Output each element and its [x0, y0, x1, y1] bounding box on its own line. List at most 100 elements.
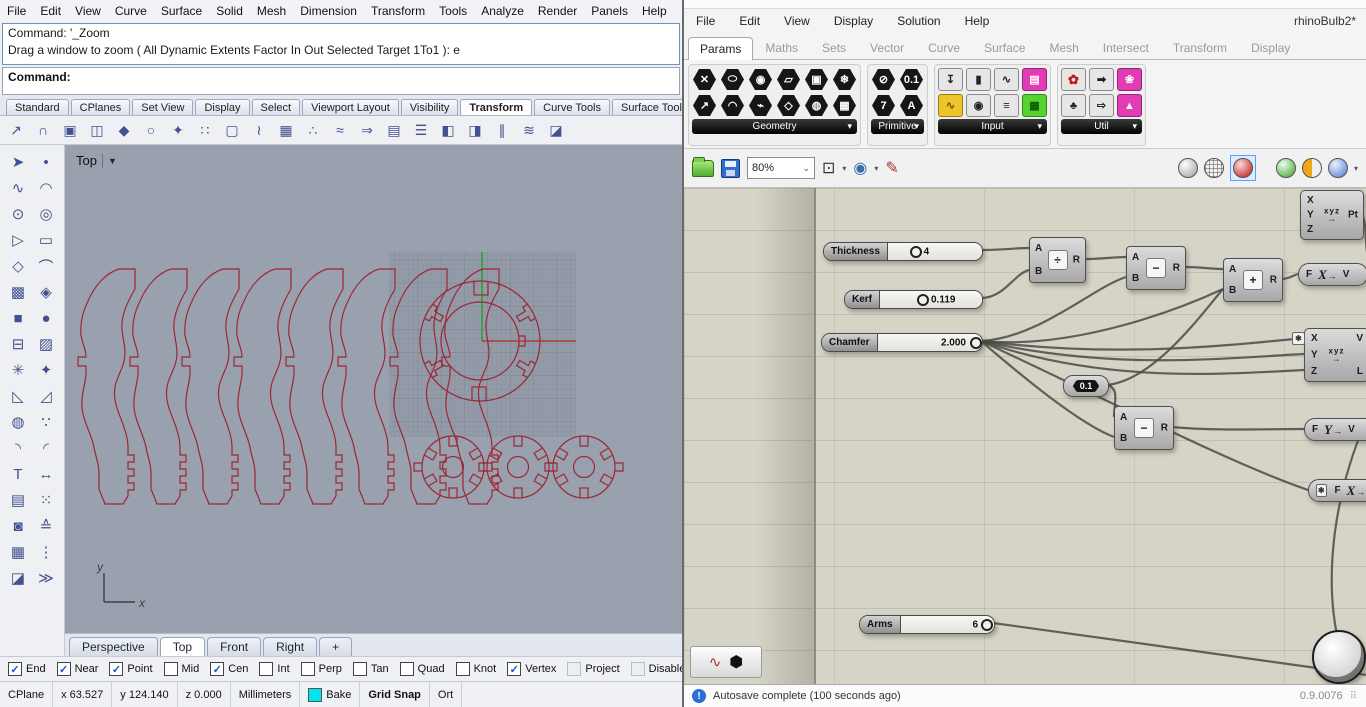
viewport-tab[interactable]: Top: [160, 637, 205, 656]
slider-knob[interactable]: [970, 337, 982, 349]
preview-wireframe-icon[interactable]: [1204, 158, 1224, 178]
menu-item[interactable]: Surface: [154, 4, 209, 18]
menu-item[interactable]: Transform: [364, 4, 432, 18]
menu-item[interactable]: Dimension: [293, 4, 364, 18]
sphere-icon[interactable]: ●: [32, 305, 60, 331]
vector-param-icon[interactable]: ↗: [692, 94, 717, 117]
chevron-down-icon[interactable]: ▾: [914, 121, 919, 132]
canvas-gumball-widget[interactable]: [1312, 630, 1366, 684]
input-a[interactable]: A: [1035, 243, 1042, 254]
curve-param-icon[interactable]: ◠: [720, 94, 745, 117]
category-tab[interactable]: Display: [1239, 36, 1302, 59]
more-icon[interactable]: ≫: [32, 565, 60, 591]
input-z[interactable]: Z: [1311, 366, 1317, 377]
unit-y-component[interactable]: F Y V: [1304, 418, 1366, 441]
surface-corner-icon[interactable]: ◈: [32, 279, 60, 305]
palette-group-label[interactable]: Primitive▾: [871, 119, 924, 134]
document-preview-icon[interactable]: [1302, 158, 1322, 178]
vector-xyz-component[interactable]: ✱ X Y Z xyz V L: [1304, 328, 1366, 382]
construct-point-component[interactable]: X Y Z xyz Pt: [1300, 190, 1364, 240]
menu-item[interactable]: File: [0, 4, 33, 18]
mirror-icon[interactable]: ◫: [85, 118, 109, 142]
toolbar-tab[interactable]: Display: [195, 99, 249, 115]
slider-track[interactable]: 6: [901, 616, 994, 633]
chevron-down-icon[interactable]: ▼: [108, 156, 117, 166]
output-v[interactable]: V: [1356, 333, 1363, 344]
digit-scroller-icon[interactable]: ∿: [938, 94, 963, 117]
array-polar-icon[interactable]: ∷: [193, 118, 217, 142]
top-viewport[interactable]: Top ▼: [65, 145, 682, 633]
menu-item[interactable]: Mesh: [250, 4, 293, 18]
menu-item[interactable]: Solid: [209, 4, 250, 18]
category-tab[interactable]: Curve: [916, 36, 972, 59]
resize-grip[interactable]: ⠿: [1350, 691, 1358, 702]
plane-param-icon[interactable]: ▱: [776, 68, 801, 91]
fitness-flask-icon[interactable]: ▲: [1117, 94, 1142, 117]
osnap-item[interactable]: Tan: [353, 662, 389, 676]
kerf-slider[interactable]: Kerf 0.119: [844, 290, 983, 309]
stack-icon[interactable]: ⋮: [32, 539, 60, 565]
status-segment[interactable]: CPlane: [0, 682, 53, 707]
grid-array-icon[interactable]: ▦: [4, 539, 32, 565]
osnap-item[interactable]: Quad: [400, 662, 445, 676]
command-history[interactable]: Command: '_Zoom Drag a window to zoom ( …: [2, 23, 680, 65]
checkbox[interactable]: [259, 662, 273, 676]
number-parameter[interactable]: 0.1: [1063, 375, 1109, 397]
input-x[interactable]: X: [1307, 195, 1314, 206]
cage-edit-icon[interactable]: ☰: [409, 118, 433, 142]
rectangle-icon[interactable]: ▭: [32, 227, 60, 253]
menu-item[interactable]: Analyze: [474, 4, 531, 18]
addition-component[interactable]: A B + R: [1223, 258, 1283, 302]
input-b[interactable]: B: [1229, 285, 1236, 296]
box-icon[interactable]: ■: [4, 305, 32, 331]
curve-icon[interactable]: ∿: [4, 175, 32, 201]
toolbar-tab[interactable]: Standard: [6, 99, 69, 115]
checkbox[interactable]: [57, 662, 71, 676]
smooth-icon[interactable]: ≋: [517, 118, 541, 142]
osnap-item[interactable]: End: [8, 662, 46, 676]
checkbox[interactable]: [456, 662, 470, 676]
osnap-item[interactable]: Project: [567, 662, 619, 676]
gradient-icon[interactable]: ▤: [1022, 68, 1047, 91]
geometry-x-icon[interactable]: ✕: [692, 68, 717, 91]
open-file-icon[interactable]: [692, 160, 714, 177]
status-segment[interactable]: Ort: [430, 682, 462, 707]
rotate-icon[interactable]: ◆: [112, 118, 136, 142]
preview-off-icon[interactable]: [1178, 158, 1198, 178]
shear-icon[interactable]: ≈: [328, 118, 352, 142]
output-v[interactable]: V: [1343, 269, 1350, 280]
solid-union-icon[interactable]: ◙: [4, 513, 32, 539]
slider-track[interactable]: 0.119: [880, 291, 982, 308]
chamfer-slider[interactable]: Chamfer 2.000: [821, 333, 983, 352]
parallel-icon[interactable]: ∥: [490, 118, 514, 142]
toolbar-tab[interactable]: Curve Tools: [534, 99, 610, 115]
extrude-icon[interactable]: ◪: [4, 565, 32, 591]
circle-param-icon[interactable]: ⬭: [720, 68, 745, 91]
checkbox[interactable]: [164, 662, 178, 676]
output-r[interactable]: R: [1161, 423, 1168, 434]
toolbar-tab[interactable]: CPlanes: [71, 99, 131, 115]
division-component[interactable]: A B ÷ R: [1029, 237, 1086, 283]
project-icon[interactable]: ▢: [220, 118, 244, 142]
category-tab[interactable]: Surface: [972, 36, 1037, 59]
osnap-item[interactable]: Mid: [164, 662, 200, 676]
viewport-tab[interactable]: Front: [207, 637, 261, 656]
ellipse-icon[interactable]: ◎: [32, 201, 60, 227]
slider-track[interactable]: 2.000: [878, 334, 982, 351]
input-a[interactable]: A: [1120, 412, 1127, 423]
output-l[interactable]: L: [1357, 366, 1363, 377]
input-x[interactable]: X: [1311, 333, 1318, 344]
cylinder-icon[interactable]: ⊟: [4, 331, 32, 357]
menu-item[interactable]: Edit: [33, 4, 68, 18]
checkbox[interactable]: [109, 662, 123, 676]
circle-icon[interactable]: ⊙: [4, 201, 32, 227]
sketch-pen-icon[interactable]: ✎: [885, 158, 898, 178]
menu-item[interactable]: Edit: [727, 14, 772, 28]
taper-icon[interactable]: ◧: [436, 118, 460, 142]
status-segment[interactable]: Grid Snap: [360, 682, 430, 707]
chevron-down-icon[interactable]: ▾: [847, 121, 852, 132]
checkbox[interactable]: [353, 662, 367, 676]
menu-item[interactable]: View: [772, 14, 822, 28]
srf-param-icon[interactable]: ◇: [776, 94, 801, 117]
slider-knob[interactable]: [981, 619, 993, 631]
